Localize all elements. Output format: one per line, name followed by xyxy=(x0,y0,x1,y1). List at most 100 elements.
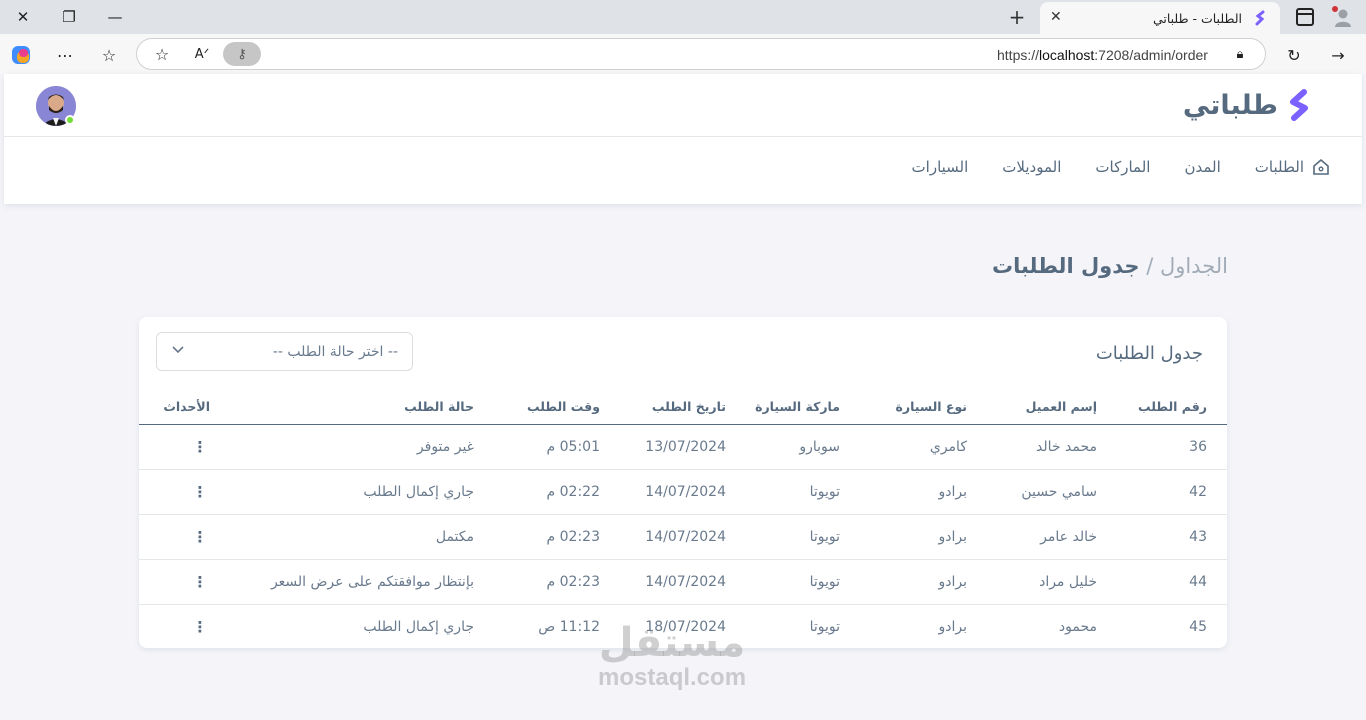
col-order-time: وقت الطلب xyxy=(474,389,600,425)
select-placeholder: -- اختر حالة الطلب -- xyxy=(272,344,398,360)
row-actions-icon[interactable]: ⋮ xyxy=(190,573,210,591)
table-row: 36 محمد خالد كامري سوبارو 13/07/2024 05:… xyxy=(139,424,1227,470)
row-actions-icon[interactable]: ⋮ xyxy=(190,528,210,546)
cell-order-number: 44 xyxy=(1097,559,1227,605)
watermark-latin: mostaql.com xyxy=(598,664,747,691)
cell-car-type: برادو xyxy=(938,618,967,635)
home-icon xyxy=(1313,158,1329,175)
cell-car-type: كامري xyxy=(840,424,967,470)
cell-order-status: غير متوفر xyxy=(210,424,474,470)
cell-order-status: بإنتظار موافقتكم على عرض السعر xyxy=(210,559,474,605)
cell-car-type: برادو xyxy=(840,469,967,515)
col-customer-name: إسم العميل xyxy=(967,389,1097,425)
navbar-divider xyxy=(4,136,1362,137)
url-text: https://localhost:7208/admin/order xyxy=(997,47,1208,63)
main-menu: الطلبات المدن الماركات الموديلات السيارا… xyxy=(878,158,1330,176)
col-car-brand: ماركة السيارة xyxy=(726,389,840,425)
table-row: 44 خليل مراد برادو تويوتا 14/07/2024 02:… xyxy=(139,559,1227,605)
top-navbar: طلباتي الطلبات المدن الماركات الموديلات … xyxy=(4,74,1362,204)
cell-order-date: 14/07/2024 xyxy=(600,514,726,560)
cell-customer-name: محمود xyxy=(1058,618,1097,635)
cell-car-type: برادو xyxy=(840,559,967,605)
menu-item-label: الموديلات xyxy=(1002,158,1062,176)
menu-item-label: الماركات xyxy=(1095,158,1151,176)
row-actions-icon[interactable]: ⋮ xyxy=(190,483,210,501)
cell-order-time: 05:01 م xyxy=(474,424,600,470)
browser-toolbar: ⋯ ☆ ☆ Aᐟ ⚷ https://localhost:7208/admin/… xyxy=(0,34,1366,74)
online-status-dot xyxy=(65,115,75,125)
col-car-type: نوع السيارة xyxy=(840,389,967,425)
cell-customer-name: خالد عامر xyxy=(967,514,1097,560)
watermark: مستقل mostaql.com xyxy=(598,622,746,692)
order-status-select[interactable]: -- اختر حالة الطلب -- xyxy=(156,332,413,371)
notification-dot xyxy=(1332,6,1338,12)
menu-item-brands[interactable]: الماركات xyxy=(1095,158,1150,176)
cell-order-time: 02:23 م xyxy=(474,559,600,605)
browser-tab-bar: ✕ ❐ — + الطلبات - طلباتي ✕ xyxy=(0,0,1366,34)
cell-order-time: 11:12 ص xyxy=(538,618,600,635)
menu-item-cars[interactable]: السيارات xyxy=(912,158,969,176)
cell-actions: ⋮ xyxy=(139,559,210,605)
breadcrumb-parent[interactable]: الجداول xyxy=(1160,254,1228,278)
cell-order-date: 14/07/2024 xyxy=(600,559,726,605)
cell-car-brand: تويوتا xyxy=(726,559,840,605)
menu-item-orders[interactable]: الطلبات xyxy=(1255,158,1330,176)
tab-close-icon[interactable]: ✕ xyxy=(1050,9,1062,25)
address-bar[interactable]: ☆ Aᐟ ⚷ https://localhost:7208/admin/orde… xyxy=(136,38,1266,70)
watermark-arabic: مستقل xyxy=(598,620,746,666)
profile-icon[interactable] xyxy=(1332,6,1354,28)
refresh-icon[interactable]: ↻ xyxy=(1281,42,1307,68)
row-actions-icon[interactable]: ⋮ xyxy=(190,438,210,456)
cell-car-brand: سوبارو xyxy=(726,424,840,470)
cell-car-brand: تويوتا xyxy=(726,469,840,515)
menu-item-models[interactable]: الموديلات xyxy=(1002,158,1061,176)
breadcrumb-separator: / xyxy=(1146,254,1154,278)
new-tab-button[interactable]: + xyxy=(1004,4,1030,30)
cell-actions: ⋮ xyxy=(139,604,210,649)
brand[interactable]: طلباتي xyxy=(1183,88,1312,122)
window-restore-icon[interactable]: ❐ xyxy=(46,0,92,34)
cell-order-number: 45 xyxy=(1189,618,1207,635)
browser-tab[interactable]: الطلبات - طلباتي ✕ xyxy=(1040,2,1280,34)
brand-logo-icon xyxy=(1290,89,1308,121)
site-permissions-icon[interactable]: ⚷ xyxy=(223,42,261,66)
menu-item-cities[interactable]: المدن xyxy=(1184,158,1220,176)
cell-order-date: 14/07/2024 xyxy=(600,469,726,515)
cell-order-number: 42 xyxy=(1097,469,1227,515)
row-actions-icon[interactable]: ⋮ xyxy=(190,618,210,636)
tab-actions-icon[interactable] xyxy=(1296,8,1314,26)
orders-table: رقم الطلب إسم العميل نوع السيارة ماركة ا… xyxy=(139,389,1227,649)
cell-actions: ⋮ xyxy=(139,424,210,470)
col-order-status: حالة الطلب xyxy=(210,389,474,425)
add-favorite-icon[interactable]: ☆ xyxy=(149,41,175,67)
cell-order-status: جاري إكمال الطلب xyxy=(363,618,474,635)
cell-actions: ⋮ xyxy=(139,469,210,515)
menu-item-label: السيارات xyxy=(911,158,969,176)
cell-car-brand: تويوتا xyxy=(726,514,840,560)
cell-order-time: 02:23 م xyxy=(474,514,600,560)
favorites-icon[interactable]: ☆ xyxy=(96,42,122,68)
window-close-icon[interactable]: ✕ xyxy=(0,0,46,34)
cell-order-date: 13/07/2024 xyxy=(600,424,726,470)
menu-item-label: المدن xyxy=(1184,158,1221,176)
brand-name: طلباتي xyxy=(1182,89,1278,121)
col-order-date: تاريخ الطلب xyxy=(600,389,726,425)
cell-customer-name: خليل مراد xyxy=(967,559,1097,605)
breadcrumb: الجداول / جدول الطلبات xyxy=(992,254,1228,278)
lock-icon[interactable]: 🔒︎ xyxy=(1227,41,1253,67)
cell-actions: ⋮ xyxy=(139,514,210,560)
menu-item-label: الطلبات xyxy=(1254,158,1304,176)
cell-order-number: 43 xyxy=(1097,514,1227,560)
read-aloud-icon[interactable]: Aᐟ xyxy=(189,41,215,67)
cell-car-type: برادو xyxy=(840,514,967,560)
cell-order-status: مكتمل xyxy=(210,514,474,560)
table-row: 43 خالد عامر برادو تويوتا 14/07/2024 02:… xyxy=(139,514,1227,560)
cell-order-number: 36 xyxy=(1097,424,1227,470)
forward-icon[interactable]: → xyxy=(1325,42,1351,68)
more-options-icon[interactable]: ⋯ xyxy=(52,42,78,68)
col-order-number: رقم الطلب xyxy=(1097,389,1227,425)
copilot-icon[interactable] xyxy=(8,42,34,68)
window-minimize-icon[interactable]: — xyxy=(92,0,138,34)
app-favicon-icon xyxy=(1255,10,1265,26)
breadcrumb-current: جدول الطلبات xyxy=(991,254,1140,278)
